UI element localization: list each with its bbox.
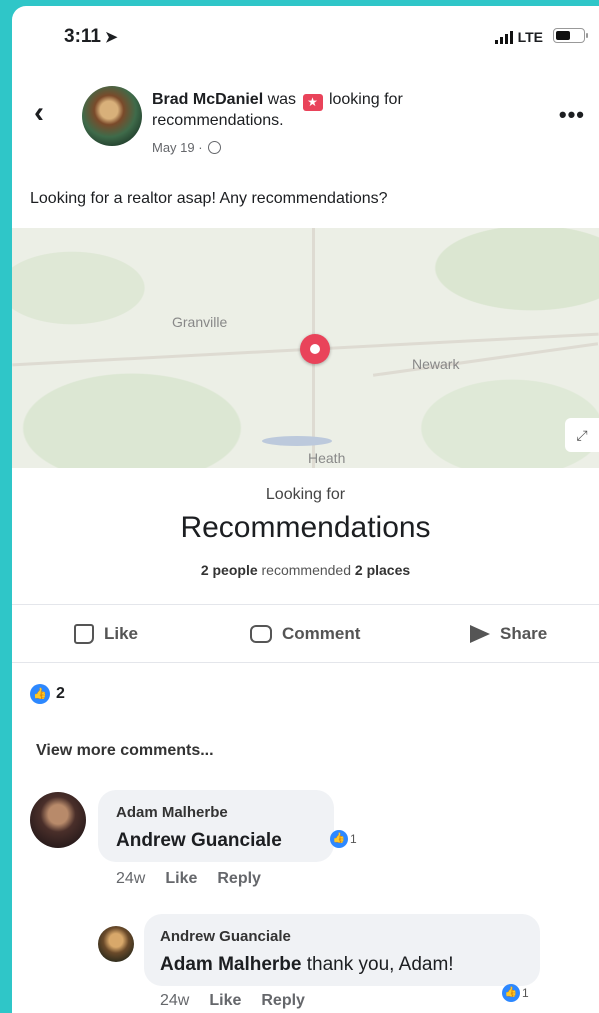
post-header: Brad McDaniel was ★ looking for recommen…: [152, 91, 403, 129]
location-pin-icon: [300, 334, 330, 364]
like-reaction-icon: 👍: [30, 684, 50, 704]
reaction-summary[interactable]: 👍 2: [30, 684, 65, 704]
recommendation-star-icon: ★: [302, 94, 323, 111]
comment-reply-button[interactable]: Reply: [217, 870, 261, 888]
comment-like-button[interactable]: Like: [209, 992, 241, 1010]
divider: [12, 662, 599, 663]
map-lake: [262, 436, 332, 446]
map-preview[interactable]: Granville Newark Heath ⤢: [12, 228, 599, 468]
thumbs-up-icon: [74, 624, 94, 644]
rec-title: Recommendations: [180, 511, 431, 544]
post-text: Looking for a realtor asap! Any recommen…: [30, 190, 388, 207]
post-actions: Like Comment Share: [12, 610, 599, 662]
map-town: Granville: [172, 314, 228, 330]
comment-meta: 24w Like Reply: [160, 992, 305, 1010]
comment-mention[interactable]: Adam Malherbe: [160, 954, 301, 975]
author-avatar[interactable]: [82, 86, 142, 146]
comment-meta: 24w Like Reply: [116, 870, 261, 888]
comment-text: Andrew Guanciale: [116, 830, 282, 852]
divider: [12, 604, 599, 605]
share-arrow-icon: [470, 625, 490, 643]
share-button[interactable]: Share: [470, 624, 547, 644]
comment-like-button[interactable]: Like: [165, 870, 197, 888]
view-more-comments[interactable]: View more comments...: [36, 742, 214, 760]
comment-button[interactable]: Comment: [250, 624, 360, 644]
like-reaction-icon: 👍: [502, 984, 520, 1002]
map-road: [372, 342, 599, 377]
status-bar: 3:11 ➤ LTE: [12, 6, 599, 66]
signal-indicator: LTE: [494, 29, 543, 45]
comment-text: Adam Malherbe thank you, Adam!: [160, 954, 454, 975]
signal-bars-icon: [494, 30, 513, 44]
phone-screen: 3:11 ➤ LTE ‹ Brad McDaniel was ★ looking …: [12, 6, 599, 1013]
battery-icon: [553, 28, 588, 43]
author-name[interactable]: Brad McDaniel: [152, 91, 263, 108]
back-chevron-icon[interactable]: ‹: [34, 98, 44, 128]
commenter-avatar[interactable]: [30, 792, 86, 848]
map-town: Heath: [308, 450, 346, 466]
status-time: 3:11 ➤: [64, 26, 118, 47]
comment-reaction[interactable]: 👍 1: [330, 830, 357, 848]
expand-map-icon[interactable]: ⤢: [565, 418, 599, 452]
like-button[interactable]: Like: [74, 624, 138, 644]
globe-icon: [208, 141, 222, 154]
comment-mention[interactable]: Andrew Guanciale: [116, 830, 282, 851]
location-arrow-icon: ➤: [104, 29, 118, 46]
map-town: Newark: [412, 356, 460, 372]
comment-bubble-icon: [250, 625, 272, 643]
like-reaction-icon: 👍: [330, 830, 348, 848]
more-options-icon[interactable]: •••: [559, 102, 585, 128]
post-date: May 19 ·: [152, 140, 222, 155]
rec-subtitle: Looking for: [265, 486, 346, 503]
commenter-avatar[interactable]: [98, 926, 134, 962]
comment-reply-button[interactable]: Reply: [261, 992, 305, 1010]
comment-author[interactable]: Adam Malherbe: [116, 804, 228, 821]
comment-author[interactable]: Andrew Guanciale: [160, 928, 291, 945]
rec-count[interactable]: 2 people recommended 2 places: [12, 562, 599, 578]
comment-reaction[interactable]: 👍 1: [502, 984, 529, 1002]
